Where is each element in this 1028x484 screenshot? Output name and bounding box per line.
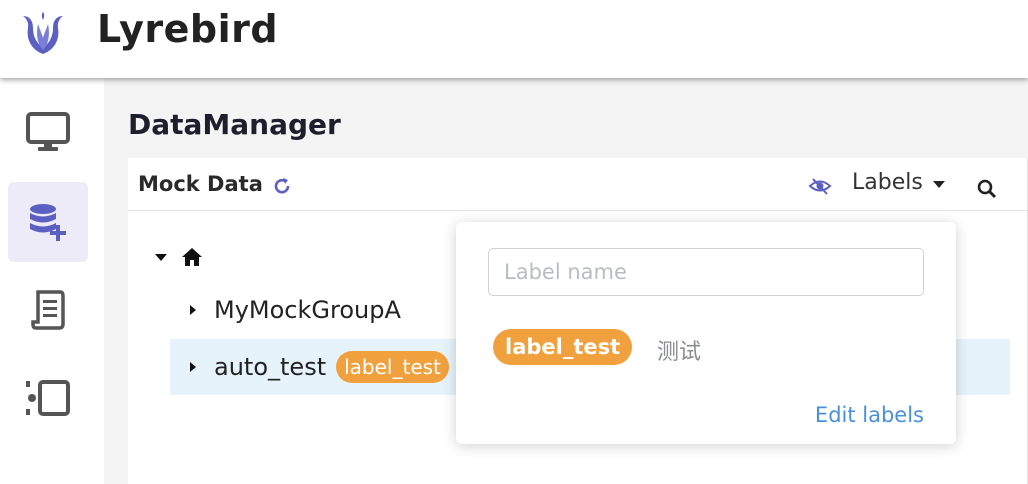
sidebar-item-logs[interactable] bbox=[8, 270, 88, 350]
expand-arrow-icon[interactable] bbox=[190, 362, 196, 372]
sidebar-item-checker[interactable] bbox=[8, 358, 88, 438]
label-option-test-cn[interactable]: 测试 bbox=[657, 334, 701, 366]
chevron-down-icon bbox=[932, 181, 945, 188]
labels-popover: label_test 测试 Edit labels bbox=[456, 222, 956, 444]
tree-node-label: MyMockGroupA bbox=[214, 296, 401, 324]
page-title: DataManager bbox=[128, 108, 341, 141]
label-option-label-test[interactable]: label_test bbox=[493, 329, 633, 365]
eye-off-icon[interactable] bbox=[808, 176, 832, 196]
tree-node-label: auto_test bbox=[214, 353, 327, 381]
app-header: Lyrebird bbox=[0, 0, 1028, 78]
database-add-icon bbox=[30, 204, 66, 241]
sidebar bbox=[0, 78, 104, 484]
edit-labels-link[interactable]: Edit labels bbox=[815, 403, 924, 427]
home-icon bbox=[182, 248, 202, 266]
expand-arrow-icon[interactable] bbox=[190, 305, 196, 315]
panel-title: Mock Data bbox=[138, 172, 263, 196]
sidebar-item-inspector[interactable] bbox=[8, 92, 88, 172]
scroll-icon bbox=[31, 290, 65, 330]
collapse-arrow-icon[interactable] bbox=[155, 253, 167, 261]
tree-root[interactable] bbox=[155, 229, 470, 285]
node-label-tag: label_test bbox=[336, 351, 449, 383]
tree-node-group[interactable]: MyMockGroupA bbox=[170, 282, 470, 338]
sidebar-item-datamanager[interactable] bbox=[8, 182, 88, 262]
labels-dropdown-label: Labels bbox=[852, 170, 923, 195]
app-title: Lyrebird bbox=[97, 7, 279, 51]
refresh-icon[interactable] bbox=[272, 176, 292, 196]
lyrebird-logo[interactable] bbox=[20, 10, 66, 56]
search-icon[interactable] bbox=[976, 178, 998, 200]
checkpoint-icon bbox=[26, 380, 70, 416]
labels-dropdown[interactable]: Labels bbox=[852, 170, 945, 195]
panel-header: Mock Data Labels bbox=[128, 158, 1028, 211]
monitor-icon bbox=[26, 112, 70, 151]
label-name-input[interactable] bbox=[488, 248, 924, 296]
